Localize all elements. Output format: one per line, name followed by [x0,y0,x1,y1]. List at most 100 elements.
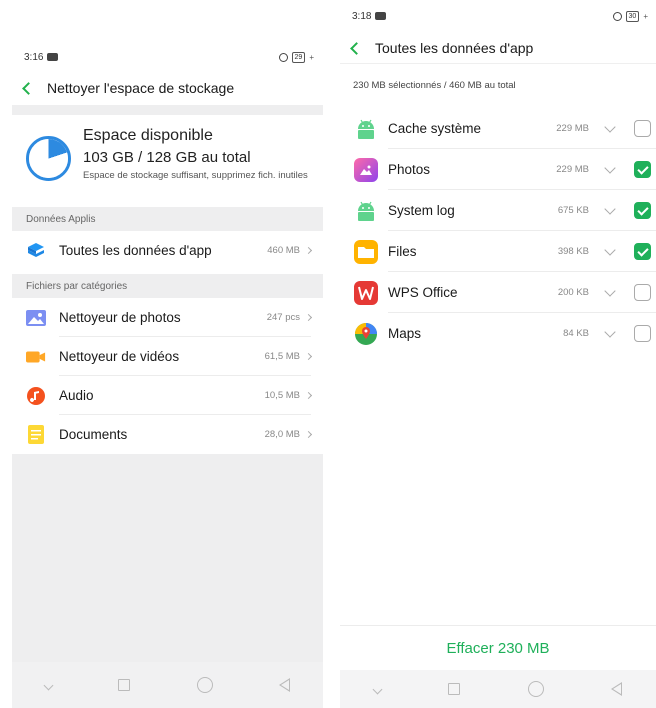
row-label: Documents [59,427,128,442]
app-row-cache-systeme[interactable]: Cache système 229 MB [340,108,656,149]
camera-notification-icon [375,12,387,20]
selection-summary: 230 MB sélectionnés / 460 MB au total [353,80,516,91]
row-all-app-data[interactable]: Toutes les données d'app 460 MB [12,231,323,270]
app-size: 398 KB [557,246,589,257]
row-label: Nettoyeur de photos [59,310,181,325]
alarm-icon [278,52,288,62]
app-name: Photos [388,162,431,177]
stack-layers-icon [26,241,46,261]
chevron-right-icon [304,430,313,439]
screenshot-canvas: 3:16 29 + Nettoyer l'espace de stockage … [0,0,656,708]
recents-button-icon[interactable] [118,679,131,691]
row-value-group: 61,5 MB [265,351,313,362]
row-label: Nettoyeur de vidéos [59,349,180,364]
divider-band [12,105,323,115]
home-button-icon[interactable] [196,677,213,693]
row-documents[interactable]: Documents 28,0 MB [12,415,323,454]
action-bar: Effacer 230 MB [340,625,656,670]
back-arrow-icon[interactable] [350,41,363,55]
section-label-categories: Fichiers par catégories [12,274,323,298]
storage-pie-fill [29,139,68,178]
row-label: Toutes les données d'app [59,243,212,258]
chevron-down-icon[interactable] [604,325,616,338]
row-value-group: 460 MB [267,245,313,256]
photo-icon [26,308,46,328]
chevron-down-icon[interactable] [604,120,616,133]
video-icon [26,347,46,367]
storage-amount: 103 GB / 128 GB au total [83,149,251,166]
app-row-photos[interactable]: Photos 229 MB [340,149,656,190]
home-button-icon[interactable] [527,681,544,697]
row-label: Audio [59,388,94,403]
page-title: Nettoyer l'espace de stockage [47,80,235,96]
app-row-wps-office[interactable]: WPS Office 200 KB [340,272,656,313]
status-time: 3:18 [352,10,372,22]
photos-app-icon [354,157,378,182]
camera-notification-icon [47,53,59,61]
app-name: System log [388,203,455,218]
battery-icon: 29 [291,51,306,63]
back-button-icon[interactable] [611,682,623,696]
app-name: Maps [388,326,422,341]
android-icon [354,117,378,141]
collapse-nav-icon[interactable] [43,680,54,690]
status-time-group: 3:16 [24,52,59,63]
back-arrow-icon[interactable] [22,82,35,95]
row-video-cleaner[interactable]: Nettoyeur de vidéos 61,5 MB [12,337,323,376]
header: Toutes les données d'app [340,32,656,64]
storage-title: Espace disponible [83,127,213,144]
row-audio[interactable]: Audio 10,5 MB [12,376,323,415]
app-checkbox[interactable] [634,243,651,260]
navigation-bar [12,662,323,708]
chevron-right-icon [304,313,313,322]
app-checkbox[interactable] [634,161,651,178]
status-icons: 29 + [278,51,314,63]
battery-icon: 30 [625,10,640,22]
row-value: 10,5 MB [264,390,300,401]
app-row-files[interactable]: Files 398 KB [340,231,656,272]
chevron-right-icon [304,391,313,400]
charging-icon: + [309,52,314,62]
app-name: WPS Office [388,285,458,300]
clear-button[interactable]: Effacer 230 MB [446,640,549,657]
app-checkbox[interactable] [634,325,651,342]
row-value-group: 28,0 MB [264,429,313,440]
storage-cleaner-screen: 3:16 29 + Nettoyer l'espace de stockage … [12,41,323,708]
app-name: Files [388,244,417,259]
page-title: Toutes les données d'app [375,39,534,56]
chevron-down-icon[interactable] [604,161,616,174]
app-checkbox[interactable] [634,284,651,301]
app-checkbox[interactable] [634,120,651,137]
row-value: 28,0 MB [264,429,300,440]
status-icons: 30 + [612,10,648,22]
app-row-system-log[interactable]: System log 675 KB [340,190,656,231]
back-button-icon[interactable] [278,678,290,692]
empty-area [12,454,323,708]
section-label-apps: Données Applis [12,207,323,231]
status-bar: 3:18 30 + [340,0,656,32]
row-photo-cleaner[interactable]: Nettoyeur de photos 247 pcs [12,298,323,337]
storage-summary-card: Espace disponible 103 GB / 128 GB au tot… [12,115,323,207]
document-icon [26,425,46,445]
row-value: 247 pcs [266,312,300,323]
app-size: 229 MB [556,123,589,134]
files-app-icon [354,239,378,264]
row-value-group: 10,5 MB [264,390,313,401]
storage-pie-chart [26,136,71,181]
chevron-down-icon[interactable] [604,202,616,215]
app-row-maps[interactable]: Maps 84 KB [340,313,656,354]
chevron-right-icon [304,246,313,255]
header: Nettoyer l'espace de stockage [12,73,323,103]
status-time-group: 3:18 [352,10,387,22]
status-bar: 3:16 29 + [12,41,323,73]
app-size: 675 KB [557,205,589,216]
collapse-nav-icon[interactable] [372,684,383,694]
chevron-down-icon[interactable] [604,243,616,256]
app-checkbox[interactable] [634,202,651,219]
chevron-down-icon[interactable] [604,284,616,297]
app-size: 84 KB [563,328,589,339]
recents-button-icon[interactable] [448,683,461,695]
app-size: 200 KB [557,287,589,298]
android-icon [354,199,378,223]
all-app-data-screen: 3:18 30 + Toutes les données d'app 230 M… [340,0,656,708]
